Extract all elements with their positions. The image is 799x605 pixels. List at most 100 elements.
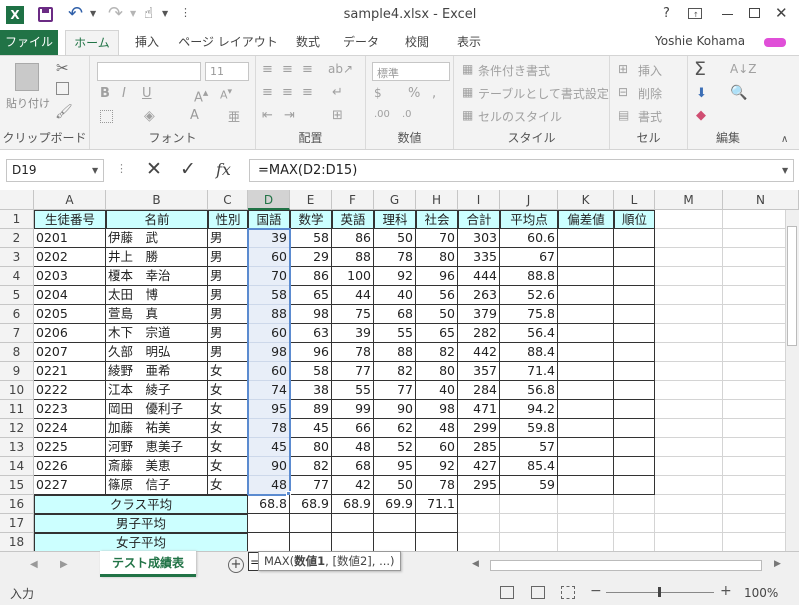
customize-qat-icon[interactable]: ⋮	[180, 6, 191, 19]
column-header-n[interactable]: N	[723, 190, 799, 210]
gender-cell[interactable]: 女	[208, 381, 248, 400]
empty-cell[interactable]	[558, 438, 614, 457]
touch-mode-icon[interactable]: ☝	[144, 4, 153, 22]
cell[interactable]	[655, 400, 723, 419]
student-id-cell[interactable]: 0203	[34, 267, 106, 286]
score-cell[interactable]: 80	[290, 438, 332, 457]
gender-cell[interactable]: 男	[208, 286, 248, 305]
score-cell[interactable]: 90	[374, 400, 416, 419]
student-id-cell[interactable]: 0221	[34, 362, 106, 381]
formula-input[interactable]: =MAX(D2:D15)	[249, 159, 794, 182]
empty-cell[interactable]	[558, 381, 614, 400]
row-header[interactable]: 6	[0, 305, 34, 324]
summary-label-cell[interactable]: クラス平均	[34, 495, 248, 514]
worksheet-grid[interactable]: A B C D E F G H I J K L M N 1 2 3 4 5 6 7 8 9 10 11 12 13 14 15 16 17 1…	[0, 190, 799, 571]
column-header-h[interactable]: H	[416, 190, 458, 210]
cell[interactable]	[655, 533, 723, 552]
cell[interactable]	[655, 362, 723, 381]
empty-cell[interactable]	[558, 305, 614, 324]
empty-cell[interactable]	[558, 457, 614, 476]
score-cell[interactable]: 89	[290, 400, 332, 419]
cell[interactable]	[614, 495, 655, 514]
score-cell[interactable]: 75	[332, 305, 374, 324]
normal-view-icon[interactable]	[500, 586, 514, 599]
score-cell[interactable]: 96	[290, 343, 332, 362]
student-id-cell[interactable]: 0207	[34, 343, 106, 362]
borders-icon[interactable]	[100, 110, 113, 123]
row-header[interactable]: 16	[0, 495, 34, 514]
student-name-cell[interactable]: 綾野 亜希	[106, 362, 208, 381]
underline-icon[interactable]: U	[142, 86, 152, 101]
score-cell[interactable]: 98	[290, 305, 332, 324]
score-cell[interactable]: 82	[374, 362, 416, 381]
summary-value-cell[interactable]: 69.9	[374, 495, 416, 514]
undo-dropdown-icon[interactable]: ▼	[90, 9, 96, 18]
empty-cell[interactable]	[614, 267, 655, 286]
empty-cell[interactable]	[614, 476, 655, 495]
score-cell[interactable]: 50	[374, 476, 416, 495]
score-cell[interactable]: 48	[416, 419, 458, 438]
empty-cell[interactable]	[614, 286, 655, 305]
gender-cell[interactable]: 男	[208, 343, 248, 362]
redo-dropdown-icon[interactable]: ▼	[130, 9, 136, 18]
empty-cell[interactable]	[614, 324, 655, 343]
paste-icon[interactable]	[15, 63, 39, 91]
fill-color-icon[interactable]: ◈	[144, 108, 155, 124]
close-button[interactable]: ✕	[775, 4, 788, 22]
insert-function-icon[interactable]: fx	[216, 160, 231, 179]
score-cell[interactable]: 58	[290, 362, 332, 381]
tab-home[interactable]: ホーム	[65, 30, 119, 55]
score-cell[interactable]: 55	[374, 324, 416, 343]
font-size-box[interactable]: 11	[205, 62, 249, 81]
score-cell[interactable]: 80	[416, 248, 458, 267]
confirm-entry-icon[interactable]: ✓	[180, 158, 196, 180]
row-header[interactable]: 15	[0, 476, 34, 495]
align-center-icon[interactable]: ≡	[282, 85, 293, 100]
summary-value-cell[interactable]	[332, 533, 374, 552]
score-cell[interactable]: 442	[458, 343, 500, 362]
score-cell[interactable]: 427	[458, 457, 500, 476]
student-name-cell[interactable]: 岡田 優利子	[106, 400, 208, 419]
user-name[interactable]: Yoshie Kohama	[655, 34, 745, 48]
column-header-i[interactable]: I	[458, 190, 500, 210]
empty-cell[interactable]	[558, 248, 614, 267]
score-cell[interactable]: 65	[290, 286, 332, 305]
score-cell[interactable]: 42	[332, 476, 374, 495]
row-header[interactable]: 13	[0, 438, 34, 457]
score-cell[interactable]: 100	[332, 267, 374, 286]
student-id-cell[interactable]: 0222	[34, 381, 106, 400]
align-right-icon[interactable]: ≡	[302, 85, 313, 100]
score-cell[interactable]: 80	[416, 362, 458, 381]
align-bottom-icon[interactable]: ≡	[302, 62, 313, 77]
summary-value-cell[interactable]	[248, 533, 290, 552]
summary-value-cell[interactable]: 68.9	[290, 495, 332, 514]
font-name-box[interactable]	[97, 62, 201, 81]
paste-label[interactable]: 貼り付け	[6, 95, 50, 111]
tab-page-layout[interactable]: ページ レイアウト	[176, 30, 280, 55]
bold-icon[interactable]: B	[100, 86, 110, 101]
score-cell[interactable]: 75.8	[500, 305, 558, 324]
column-header-k[interactable]: K	[558, 190, 614, 210]
row-header[interactable]: 5	[0, 286, 34, 305]
summary-value-cell[interactable]	[374, 533, 416, 552]
percent-icon[interactable]: %	[408, 86, 420, 101]
student-id-cell[interactable]: 0225	[34, 438, 106, 457]
cell-styles-button[interactable]: セルのスタイル	[478, 108, 562, 125]
autosum-icon[interactable]: Σ	[694, 58, 706, 80]
column-header-j[interactable]: J	[500, 190, 558, 210]
student-name-cell[interactable]: 江本 綾子	[106, 381, 208, 400]
cut-icon[interactable]: ✂	[56, 59, 69, 77]
wrap-text-icon[interactable]: ↵	[332, 85, 343, 100]
score-cell[interactable]: 303	[458, 229, 500, 248]
score-cell[interactable]: 98	[248, 343, 290, 362]
empty-cell[interactable]	[558, 362, 614, 381]
cell[interactable]	[458, 495, 500, 514]
score-cell[interactable]: 50	[416, 305, 458, 324]
header-cell[interactable]: 生徒番号	[34, 210, 106, 229]
gender-cell[interactable]: 女	[208, 419, 248, 438]
cell[interactable]	[558, 514, 614, 533]
score-cell[interactable]: 57	[500, 438, 558, 457]
score-cell[interactable]: 263	[458, 286, 500, 305]
score-cell[interactable]: 60	[416, 438, 458, 457]
student-name-cell[interactable]: 加藤 祐美	[106, 419, 208, 438]
